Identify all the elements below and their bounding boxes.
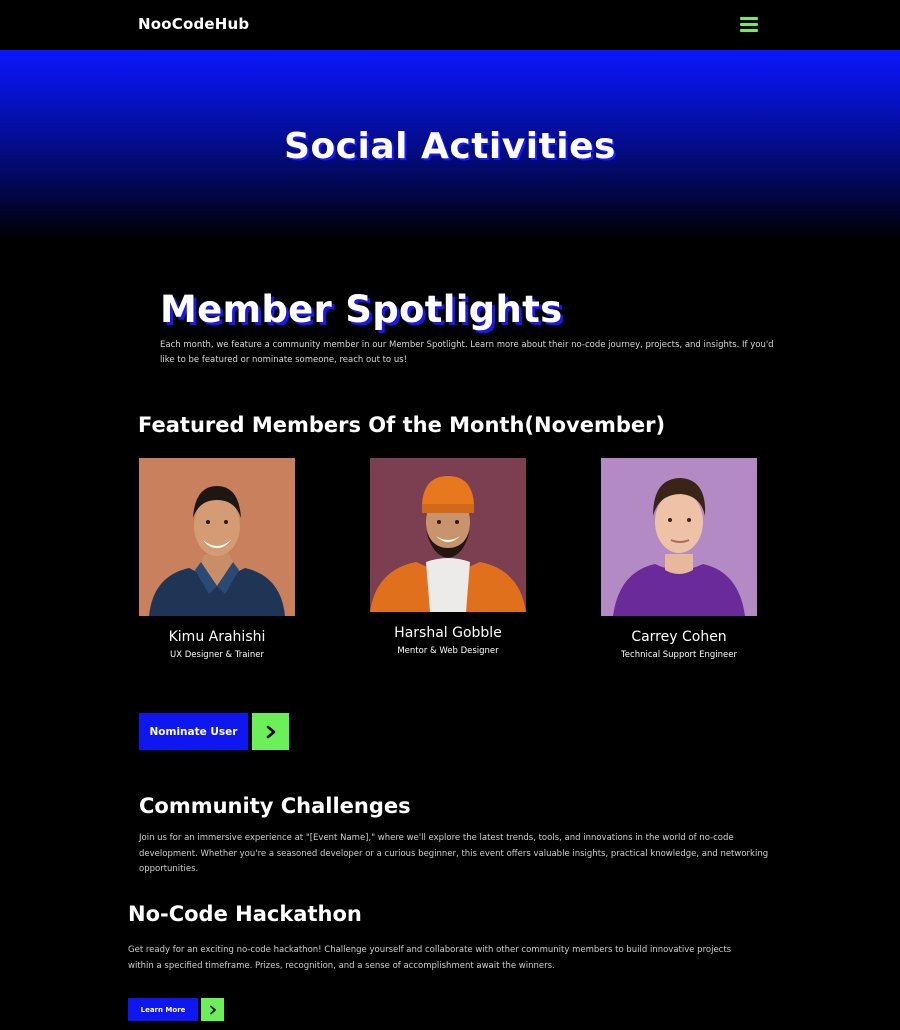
member-name: Carrey Cohen bbox=[631, 629, 727, 645]
member-role: Mentor & Web Designer bbox=[397, 646, 499, 656]
member-card: Harshal Gobble Mentor & Web Designer bbox=[370, 458, 526, 656]
member-name: Kimu Arahishi bbox=[168, 629, 266, 645]
featured-heading: Featured Members Of the Month(November) bbox=[138, 413, 666, 437]
navbar: NooCodeHub bbox=[0, 0, 900, 50]
challenges-description: Join us for an immersive experience at "… bbox=[139, 833, 769, 874]
spotlights-heading: Member Spotlights bbox=[160, 288, 563, 331]
spotlights-description: Each month, we feature a community membe… bbox=[160, 340, 774, 365]
hackathon-description: Get ready for an exciting no-code hackat… bbox=[128, 945, 732, 971]
page-title: Social Activities bbox=[284, 126, 616, 167]
hackathon-heading: No-Code Hackathon bbox=[128, 902, 362, 926]
member-role: UX Designer & Trainer bbox=[170, 650, 264, 660]
member-photo bbox=[370, 458, 526, 612]
chevron-right-icon bbox=[209, 1005, 216, 1014]
challenges-heading: Community Challenges bbox=[139, 794, 411, 818]
nominate-arrow-button[interactable] bbox=[252, 713, 289, 750]
member-photo bbox=[139, 458, 295, 616]
member-photo bbox=[601, 458, 757, 616]
hero-banner: Social Activities bbox=[0, 50, 900, 240]
nominate-user-button[interactable]: Nominate User bbox=[139, 713, 248, 750]
member-name: Harshal Gobble bbox=[394, 625, 502, 641]
hamburger-menu-icon[interactable] bbox=[740, 17, 758, 33]
member-card: Kimu Arahishi UX Designer & Trainer bbox=[139, 458, 295, 660]
chevron-right-icon bbox=[266, 725, 275, 738]
member-role: Technical Support Engineer bbox=[621, 650, 737, 660]
member-card: Carrey Cohen Technical Support Engineer bbox=[601, 458, 757, 660]
learn-more-arrow-button[interactable] bbox=[201, 998, 224, 1021]
learn-more-button[interactable]: Learn More bbox=[128, 998, 198, 1021]
brand-logo[interactable]: NooCodeHub bbox=[138, 15, 249, 33]
